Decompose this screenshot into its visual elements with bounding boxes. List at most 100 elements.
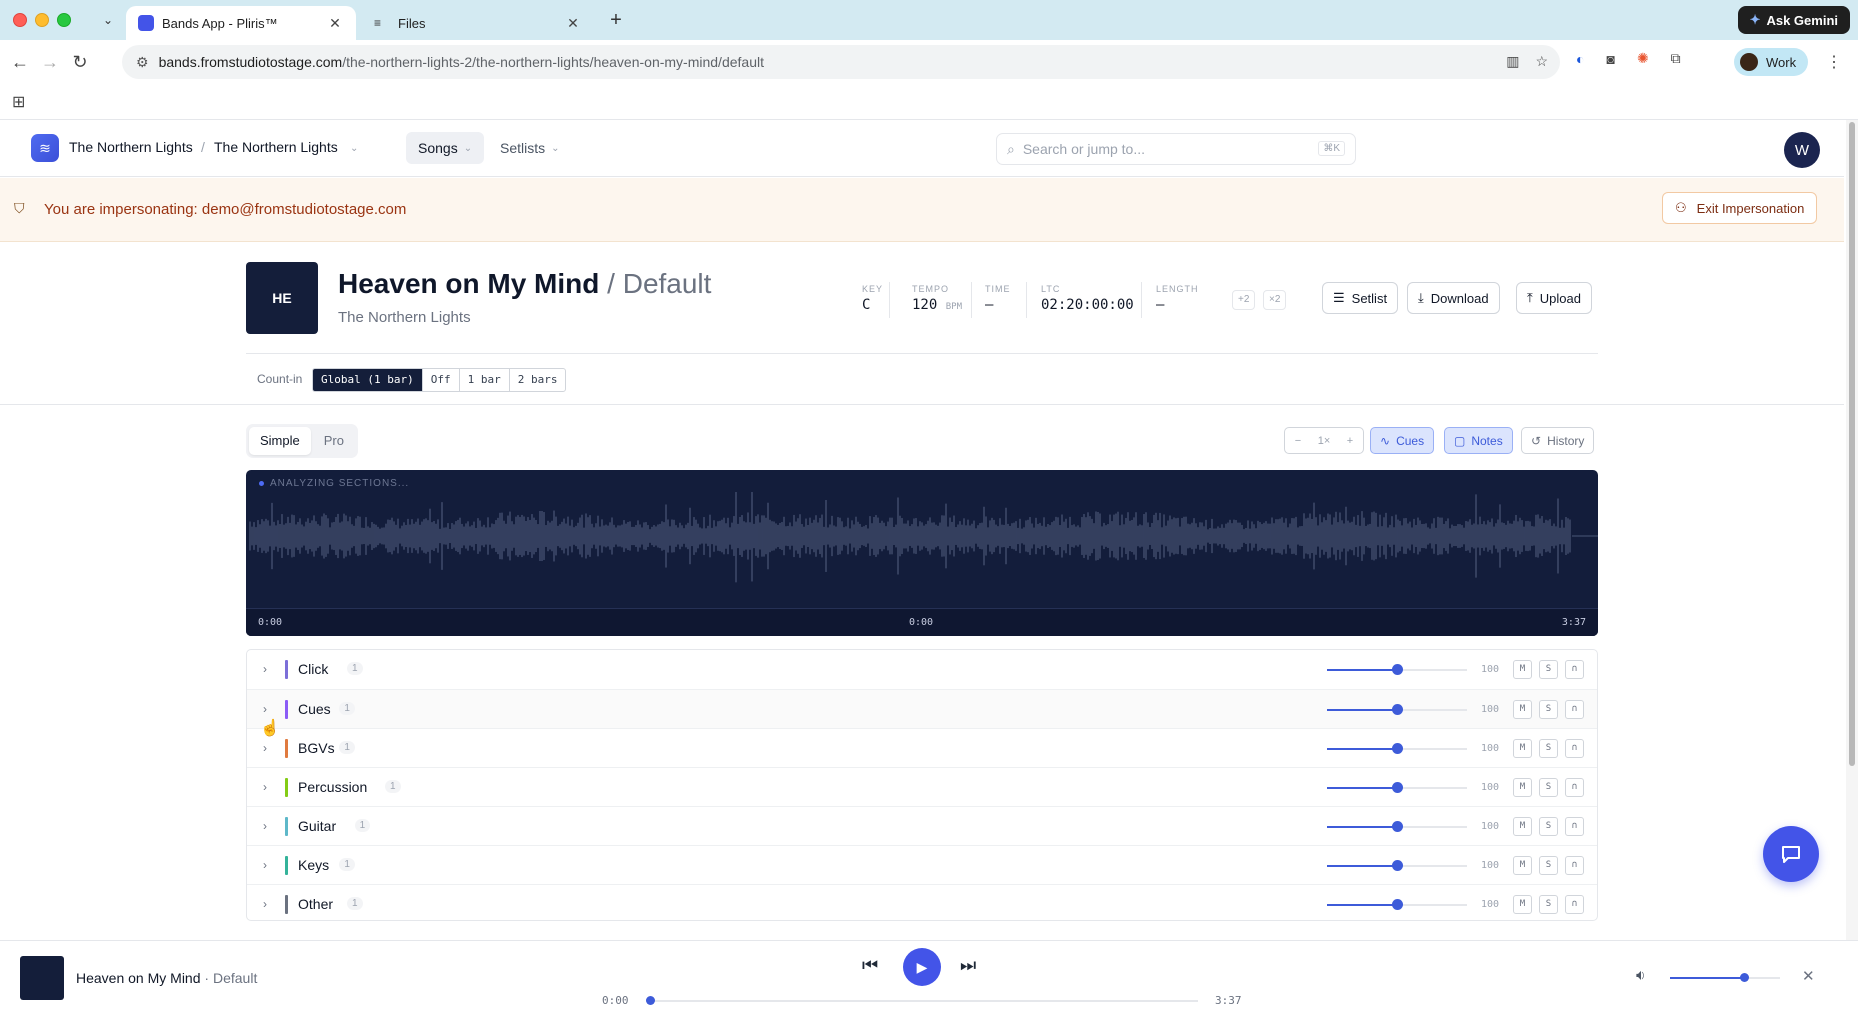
tab-search-chevron-icon[interactable]: ⌄	[98, 10, 118, 30]
volume-knob[interactable]	[1739, 973, 1749, 982]
browser-tab-bands-app[interactable]: Bands App - Pliris™ ✕	[126, 6, 356, 40]
tab-close-icon[interactable]: ✕	[326, 15, 344, 32]
reload-icon[interactable]: ↻	[68, 50, 92, 74]
track-row[interactable]: › Guitar 1 100 M S ∩	[247, 806, 1597, 845]
mute-button[interactable]: M	[1513, 817, 1532, 836]
count-in-option-off[interactable]: Off	[421, 369, 459, 391]
password-manager-icon[interactable]: ◐	[1576, 51, 1584, 67]
extension-asterisk-icon[interactable]: ✺	[1637, 50, 1649, 67]
nav-songs[interactable]: Songs ⌄	[406, 132, 485, 164]
headphones-icon[interactable]: ∩	[1565, 778, 1584, 797]
search-input[interactable]	[1022, 141, 1293, 157]
maximize-window-button[interactable]	[57, 13, 71, 27]
headphones-icon[interactable]: ∩	[1565, 660, 1584, 679]
track-volume-slider[interactable]	[1327, 704, 1467, 715]
track-volume-knob[interactable]	[1392, 743, 1403, 754]
exit-impersonation-button[interactable]: ⚇ Exit Impersonation	[1662, 192, 1818, 224]
headphones-icon[interactable]: ∩	[1565, 739, 1584, 758]
upload-button[interactable]: ⤒ Upload	[1516, 282, 1592, 314]
track-row[interactable]: › Keys 1 100 M S ∩	[247, 845, 1597, 884]
close-player-icon[interactable]: ✕	[1802, 967, 1815, 985]
transpose-pill[interactable]: +2	[1232, 290, 1256, 310]
solo-button[interactable]: S	[1539, 895, 1558, 914]
solo-button[interactable]: S	[1539, 856, 1558, 875]
forward-arrow-icon[interactable]: →	[38, 50, 62, 74]
headphones-icon[interactable]: ∩	[1565, 856, 1584, 875]
camera-icon[interactable]: ◙	[1606, 51, 1614, 67]
band-switcher-chevron-icon[interactable]: ⌄	[350, 143, 358, 154]
zoom-in-button[interactable]: +	[1337, 435, 1363, 447]
nav-setlists[interactable]: Setlists ⌄	[494, 132, 566, 164]
cues-toggle-button[interactable]: ∿ Cues	[1370, 427, 1435, 454]
new-tab-button[interactable]: +	[604, 9, 628, 33]
back-arrow-icon[interactable]: ←	[8, 50, 32, 74]
solo-button[interactable]: S	[1539, 778, 1558, 797]
track-volume-knob[interactable]	[1392, 782, 1403, 793]
breadcrumb-band[interactable]: The Northern Lights	[214, 139, 338, 155]
zoom-out-button[interactable]: −	[1285, 435, 1311, 447]
track-volume-knob[interactable]	[1392, 704, 1403, 715]
headphones-icon[interactable]: ∩	[1565, 700, 1584, 719]
close-window-button[interactable]	[13, 13, 27, 27]
track-volume-knob[interactable]	[1392, 664, 1403, 675]
address-bar[interactable]: ⚙ bands.fromstudiotostage.com/the-northe…	[122, 45, 1560, 79]
volume-icon[interactable]: 🔉︎	[1636, 967, 1645, 984]
chevron-right-icon[interactable]: ›	[263, 819, 267, 833]
track-volume-knob[interactable]	[1392, 821, 1403, 832]
skip-forward-icon[interactable]: ⏭	[960, 955, 976, 976]
mute-button[interactable]: M	[1513, 739, 1532, 758]
count-in-option-global[interactable]: Global (1 bar)	[313, 369, 422, 391]
tab-close-icon[interactable]: ✕	[564, 15, 582, 32]
mute-button[interactable]: M	[1513, 660, 1532, 679]
track-volume-slider[interactable]	[1327, 821, 1467, 832]
track-volume-knob[interactable]	[1392, 860, 1403, 871]
track-row[interactable]: › BGVs 1 100 M S ∩	[247, 728, 1597, 767]
mode-pro[interactable]: Pro	[313, 427, 355, 455]
mute-button[interactable]: M	[1513, 856, 1532, 875]
solo-button[interactable]: S	[1539, 700, 1558, 719]
notes-toggle-button[interactable]: ▢ Notes	[1444, 427, 1513, 454]
extensions-puzzle-icon[interactable]: ⧉	[1671, 50, 1681, 67]
multiplier-pill[interactable]: ×2	[1263, 290, 1287, 310]
track-volume-slider[interactable]	[1327, 899, 1467, 910]
skip-back-icon[interactable]: ⏮	[862, 955, 878, 976]
bookmark-star-icon[interactable]: ☆	[1535, 53, 1548, 70]
chevron-right-icon[interactable]: ›	[263, 741, 267, 755]
site-settings-icon[interactable]: ⚙	[136, 54, 149, 71]
ask-gemini-button[interactable]: ✦ Ask Gemini	[1737, 6, 1850, 34]
chevron-right-icon[interactable]: ›	[263, 897, 267, 911]
minimize-window-button[interactable]	[35, 13, 49, 27]
count-in-option-1-bar[interactable]: 1 bar	[458, 369, 509, 391]
track-volume-slider[interactable]	[1327, 860, 1467, 871]
reading-mode-icon[interactable]: ▥	[1506, 53, 1519, 70]
chevron-right-icon[interactable]: ›	[263, 858, 267, 872]
mute-button[interactable]: M	[1513, 895, 1532, 914]
download-button[interactable]: ⤓ Download	[1407, 282, 1500, 314]
breadcrumb-workspace[interactable]: The Northern Lights	[69, 139, 193, 155]
browser-tab-files[interactable]: ≡ Files ✕	[362, 6, 594, 40]
search-box[interactable]: ⌕ ⌘K	[996, 133, 1356, 165]
apps-grid-icon[interactable]: ⊞	[12, 92, 25, 112]
track-volume-knob[interactable]	[1392, 899, 1403, 910]
scrollbar-thumb[interactable]	[1849, 122, 1855, 766]
master-volume-slider[interactable]	[1670, 973, 1780, 982]
app-logo-icon[interactable]: ≋	[31, 134, 59, 162]
headphones-icon[interactable]: ∩	[1565, 817, 1584, 836]
track-volume-slider[interactable]	[1327, 743, 1467, 754]
setlist-button[interactable]: ☰ Setlist	[1322, 282, 1399, 314]
user-avatar[interactable]: W	[1784, 132, 1820, 168]
count-in-option-2-bars[interactable]: 2 bars	[508, 369, 566, 391]
scrubber-knob[interactable]	[646, 996, 655, 1005]
playback-scrubber[interactable]	[646, 996, 1198, 1005]
waveform-panel[interactable]: ANALYZING SECTIONS... 0:00 0:00 3:37	[246, 470, 1598, 636]
chat-button[interactable]	[1763, 826, 1819, 882]
headphones-icon[interactable]: ∩	[1565, 895, 1584, 914]
solo-button[interactable]: S	[1539, 660, 1558, 679]
track-volume-slider[interactable]	[1327, 782, 1467, 793]
browser-menu-icon[interactable]: ⋮	[1826, 52, 1842, 72]
track-row[interactable]: › Cues 1 100 M S ∩	[247, 689, 1597, 728]
history-button[interactable]: ↺ History	[1521, 427, 1595, 454]
page-scrollbar[interactable]	[1846, 120, 1858, 940]
play-button[interactable]: ▶	[903, 948, 941, 986]
track-row[interactable]: › Click 1 100 M S ∩	[247, 650, 1597, 689]
